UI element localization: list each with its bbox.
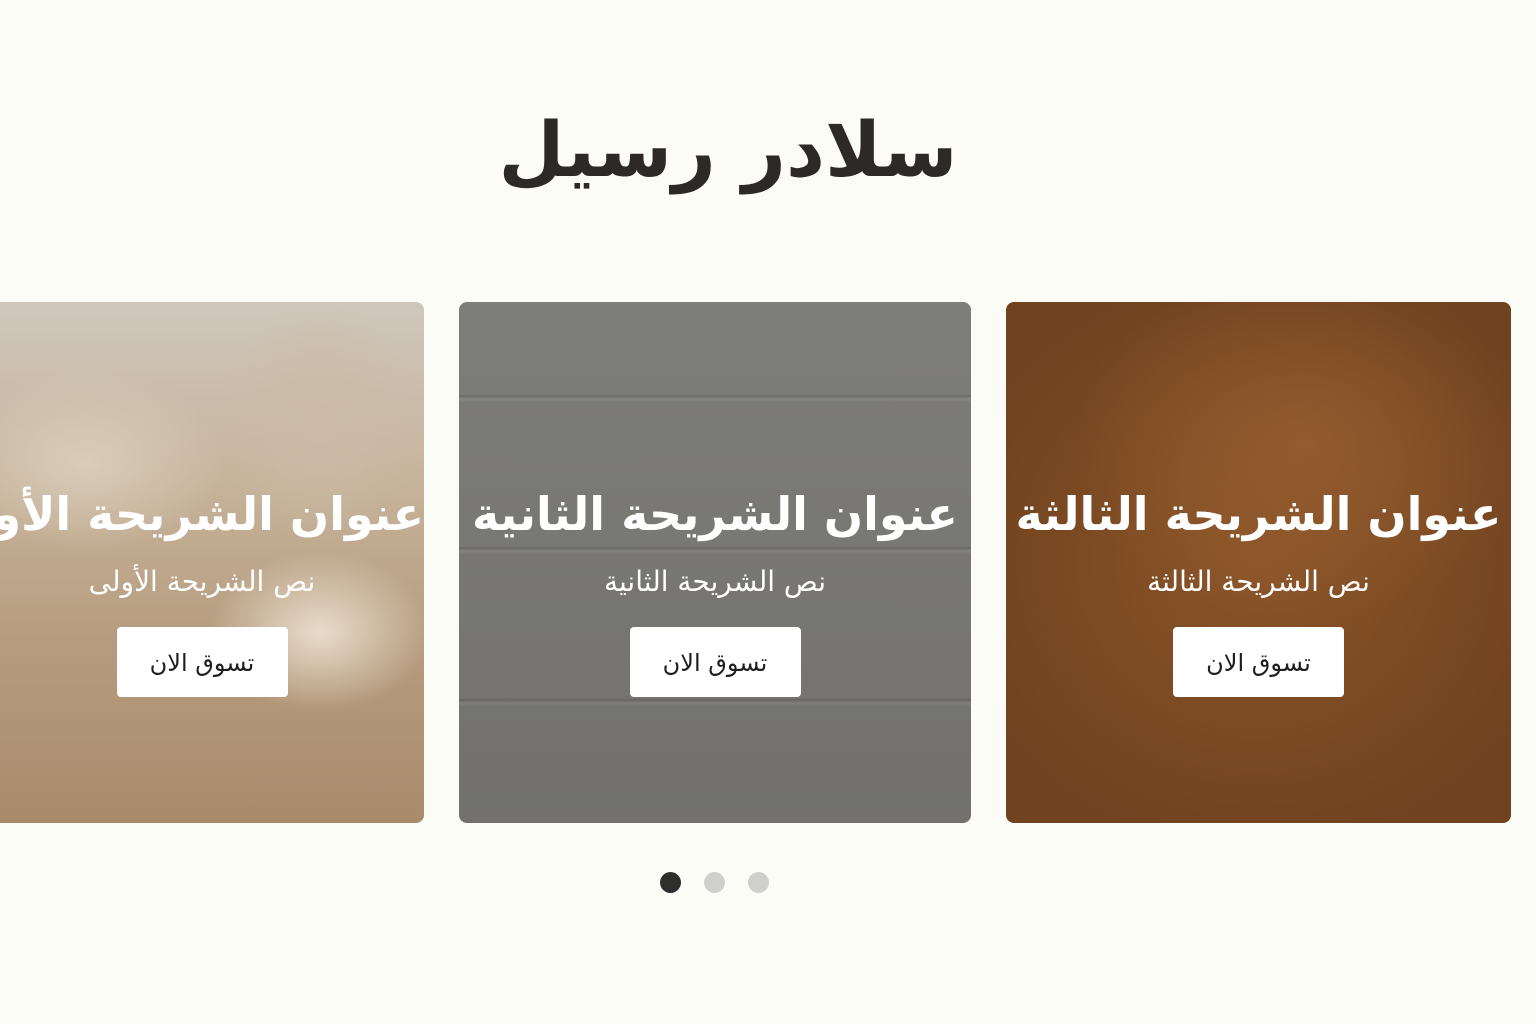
slide-1-heading: عنوان الشريحة الأولى: [0, 487, 424, 541]
pagination-dot-3[interactable]: [748, 872, 769, 893]
slide-2-content: عنوان الشريحة الثانية نص الشريحة الثانية…: [459, 487, 971, 697]
slide-3-heading: عنوان الشريحة الثالثة: [1015, 487, 1502, 541]
slide-1[interactable]: عنوان الشريحة الأولى نص الشريحة الأولى ت…: [0, 302, 424, 823]
slide-2-text: نص الشريحة الثانية: [603, 565, 827, 599]
pagination-dot-2[interactable]: [704, 872, 725, 893]
slide-1-text: نص الشريحة الأولى: [88, 565, 316, 599]
slide-3-shop-button[interactable]: تسوق الان: [1173, 626, 1344, 697]
slide-2-shop-button[interactable]: تسوق الان: [629, 626, 801, 697]
slide-1-shop-button[interactable]: تسوق الان: [116, 626, 288, 697]
slide-2-heading: عنوان الشريحة الثانية: [472, 487, 958, 541]
page-title: سلادر رسيل: [498, 105, 958, 194]
pagination-dots: [660, 872, 769, 894]
pagination-dot-1[interactable]: [660, 872, 681, 893]
slide-1-content: عنوان الشريحة الأولى نص الشريحة الأولى ت…: [0, 487, 424, 697]
slide-3-content: عنوان الشريحة الثالثة نص الشريحة الثالثة…: [1006, 487, 1511, 697]
slide-3[interactable]: عنوان الشريحة الثالثة نص الشريحة الثالثة…: [1006, 302, 1511, 823]
slide-3-text: نص الشريحة الثالثة: [1147, 565, 1370, 599]
slider-page: سلادر رسيل عنوان الشريحة الأولى نص الشري…: [0, 0, 1536, 1024]
slide-2[interactable]: عنوان الشريحة الثانية نص الشريحة الثانية…: [459, 302, 971, 823]
